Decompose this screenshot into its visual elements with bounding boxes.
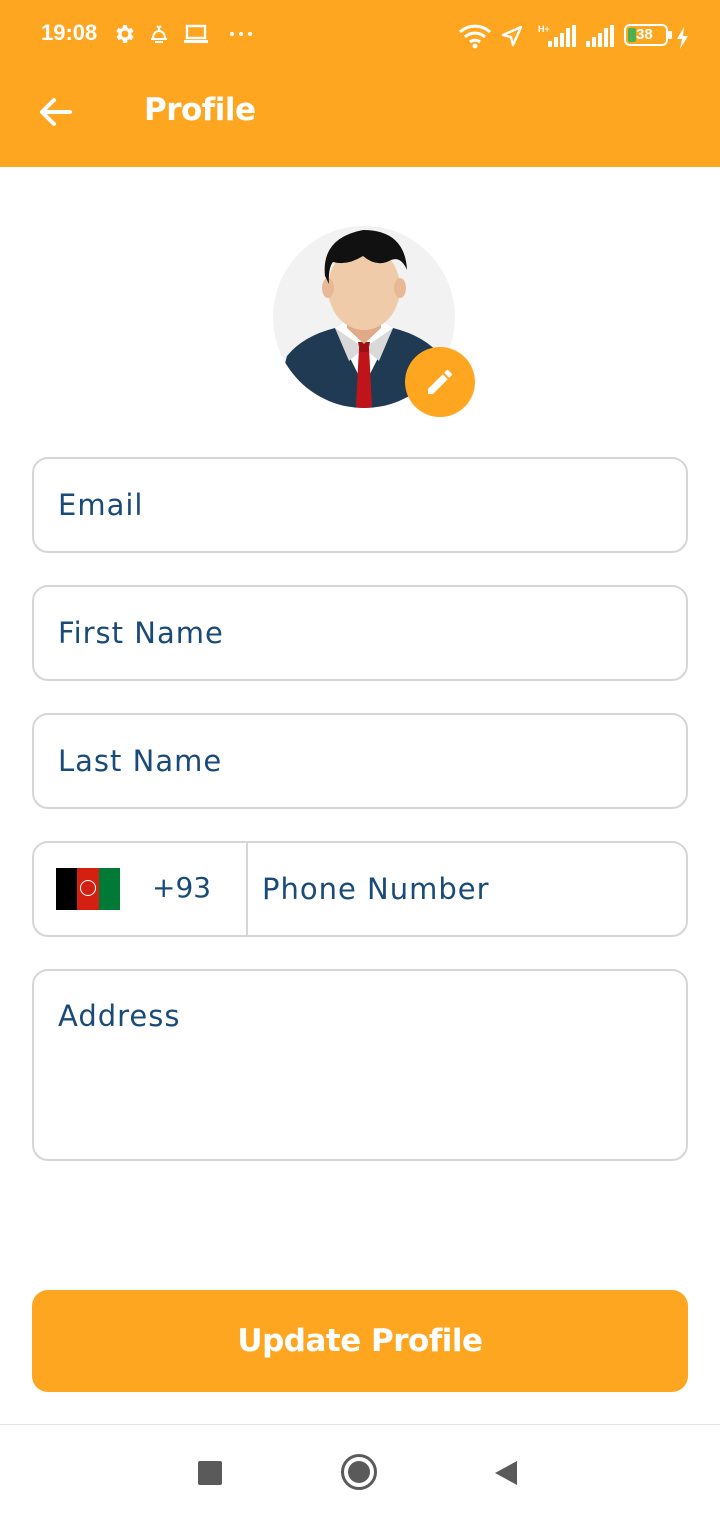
signal-icon-2 [586,25,614,47]
back-button[interactable] [34,90,78,134]
address-input[interactable] [58,999,658,1139]
battery-level [628,28,636,42]
svg-text:H+: H+ [538,24,550,34]
signal-icon: H+ [538,24,576,47]
phone-divider [246,843,248,935]
afghanistan-flag-icon [56,868,120,910]
update-profile-button[interactable]: Update Profile [32,1290,688,1392]
home-icon[interactable] [341,1454,377,1490]
recents-icon[interactable] [198,1461,222,1485]
app-header: 19:08 H+ 38 Profile [0,0,720,167]
pencil-icon [428,369,452,394]
battery-percent: 38 [636,26,653,43]
more-icon [230,32,252,36]
first-name-field [32,585,688,681]
location-icon [501,25,523,47]
email-input[interactable] [58,459,658,551]
status-bar: 19:08 H+ 38 [0,0,720,70]
country-code-picker[interactable]: +93 [34,843,246,935]
charging-icon [677,27,688,49]
address-field [32,969,688,1161]
phone-number-input[interactable] [262,843,662,935]
gear-icon [116,25,134,43]
first-name-input[interactable] [58,587,658,679]
page-title: Profile [144,92,256,128]
email-field [32,457,688,553]
edit-avatar-button[interactable] [405,347,475,417]
bell-icon [151,25,167,43]
battery-icon: 38 [624,24,668,46]
wifi-icon [458,24,492,49]
back-icon[interactable] [493,1459,519,1487]
laptop-icon [184,24,208,43]
battery-tip [668,31,672,39]
phone-field: +93 [32,841,688,937]
last-name-input[interactable] [58,715,658,807]
system-nav-bar [0,1424,720,1520]
status-time: 19:08 [41,20,98,45]
arrow-back-icon [40,98,72,126]
dial-code: +93 [152,871,212,904]
last-name-field [32,713,688,809]
